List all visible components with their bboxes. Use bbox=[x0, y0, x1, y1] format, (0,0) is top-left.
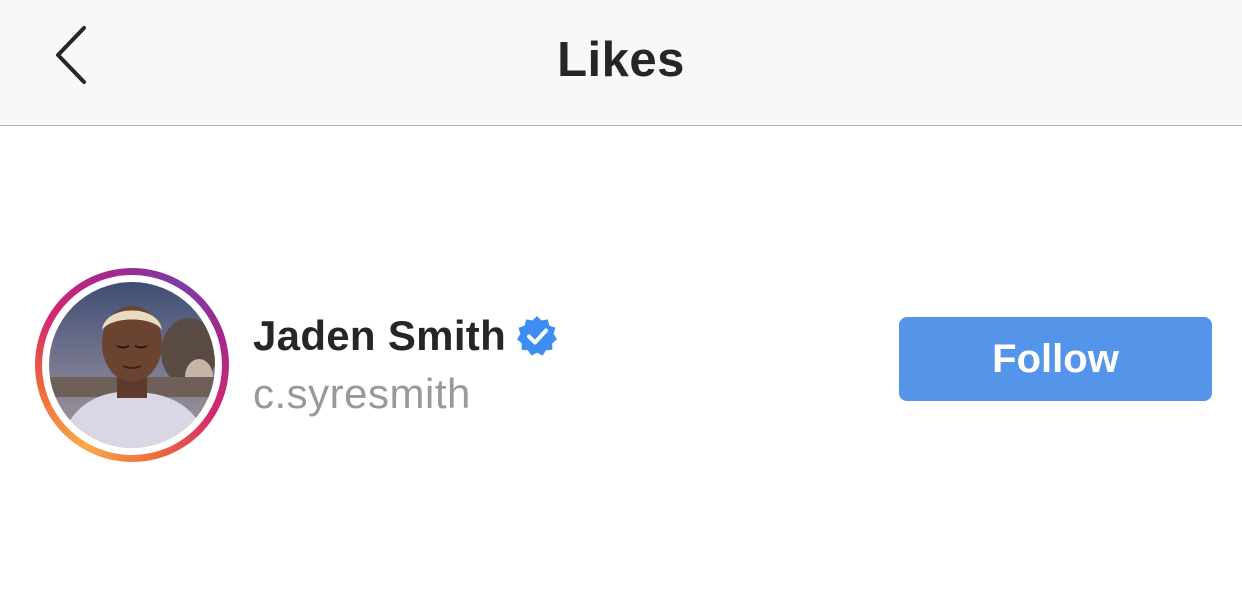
display-name[interactable]: Jaden Smith bbox=[253, 312, 506, 360]
user-handle: c.syresmith bbox=[253, 370, 471, 417]
follow-button[interactable]: Follow bbox=[899, 317, 1212, 401]
avatar bbox=[49, 282, 215, 448]
nav-bar: Likes bbox=[0, 0, 1242, 126]
username-row[interactable]: Jaden Smith bbox=[253, 312, 558, 360]
page-title: Likes bbox=[557, 33, 685, 87]
list-item[interactable] bbox=[0, 126, 1242, 462]
story-ring[interactable] bbox=[35, 268, 229, 462]
verified-badge-icon bbox=[517, 316, 558, 356]
